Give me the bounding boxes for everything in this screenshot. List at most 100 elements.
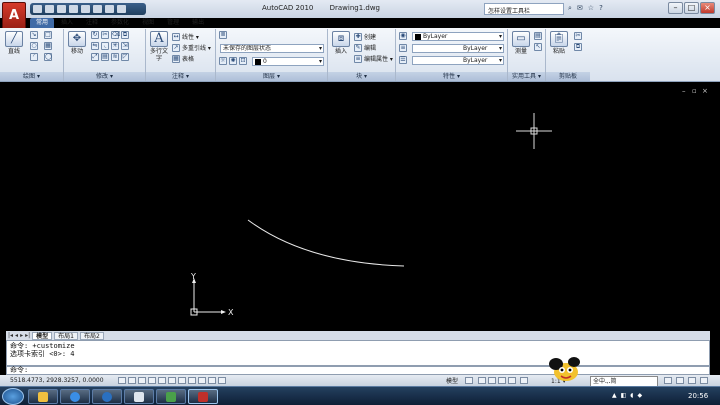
taskbar-explorer-button[interactable]	[28, 389, 58, 404]
coordinates-readout[interactable]: 5518.4773, 2928.3257, 0.0000	[10, 375, 104, 386]
rectangle-button[interactable]: □	[44, 31, 52, 39]
measure-button[interactable]: ▭ 测量	[510, 31, 532, 55]
lock-icon[interactable]: ⊡	[239, 57, 247, 65]
lwt-toggle[interactable]	[198, 377, 206, 384]
ribbon-tab[interactable]: 视图	[136, 18, 160, 28]
lock-ui-icon[interactable]	[676, 377, 684, 384]
dropdown-icon[interactable]	[117, 5, 126, 13]
table-button[interactable]: ▦ 表格	[172, 54, 194, 63]
ducs-toggle[interactable]	[178, 377, 186, 384]
taskbar-chart-button[interactable]	[156, 389, 186, 404]
chamfer-icon[interactable]: ◸	[121, 53, 129, 61]
ribbon-tab[interactable]: 插入	[55, 18, 79, 28]
taskbar-autocad-button[interactable]	[188, 389, 218, 404]
layout-toggle[interactable]	[465, 377, 473, 384]
snap-toggle[interactable]	[118, 377, 126, 384]
taskbar-ie-button[interactable]	[60, 389, 90, 404]
ribbon-tab[interactable]: 输出	[186, 18, 210, 28]
trim-icon[interactable]: ✂	[101, 31, 109, 39]
publish-icon[interactable]	[105, 5, 114, 13]
layout-tab[interactable]: 模型	[32, 331, 53, 340]
copy-clip-button[interactable]: ⧉	[574, 43, 582, 51]
arc-button[interactable]: ◜	[30, 53, 38, 61]
list-button[interactable]: ☰	[399, 56, 407, 64]
lineweight-dropdown[interactable]: ByLayer	[412, 56, 504, 65]
tray-network-icon[interactable]: ◧	[621, 392, 627, 399]
annotation-scale-icon[interactable]	[520, 377, 528, 384]
clean-screen-icon[interactable]	[688, 377, 696, 384]
tray-security-icon[interactable]: ◆	[637, 392, 642, 399]
layer-properties-button[interactable]: ≣	[219, 31, 227, 39]
ribbon-tab[interactable]: 注释	[80, 18, 104, 28]
otrack-toggle[interactable]	[168, 377, 176, 384]
layer-dropdown[interactable]: 0	[252, 57, 324, 66]
draw-panel-label[interactable]: 绘图 ▾	[0, 72, 63, 81]
insert-button[interactable]: ⧈ 插入	[330, 31, 352, 55]
block-panel-label[interactable]: 块 ▾	[328, 72, 395, 81]
new-icon[interactable]	[33, 5, 42, 13]
utilities-panel-label[interactable]: 实用工具 ▾	[508, 72, 545, 81]
erase-icon[interactable]: ⌫	[111, 31, 120, 39]
qp-toggle[interactable]	[208, 377, 216, 384]
clipboard-panel-label[interactable]: 剪贴板	[546, 72, 590, 81]
sc-toggle[interactable]	[218, 377, 226, 384]
minimize-button[interactable]: –	[668, 2, 683, 14]
layout-tab[interactable]: 布局1	[54, 331, 78, 340]
linetype-dropdown[interactable]: ByLayer	[412, 44, 504, 53]
mleader-button[interactable]: ↗ 多重引线 ▾	[172, 43, 211, 52]
paste-button[interactable]: 📋︎ 粘贴	[548, 31, 570, 55]
steering-wheel-icon[interactable]	[498, 377, 506, 384]
command-input[interactable]: 命令:	[6, 366, 710, 375]
fillet-icon[interactable]: ◟	[101, 42, 109, 50]
move-button[interactable]: ✥ 移动	[67, 31, 87, 55]
last-tab-arrow-icon[interactable]: ▸|	[25, 332, 30, 339]
drawing-canvas[interactable]: – ▫ × Y X	[6, 85, 710, 331]
help-search-input[interactable]: 怎样设置工具栏	[484, 3, 564, 15]
circle-button[interactable]: ○	[30, 42, 38, 50]
communication-icon[interactable]: ✉	[577, 4, 583, 13]
polar-toggle[interactable]	[148, 377, 156, 384]
layers-panel-label[interactable]: 图层 ▾	[216, 72, 327, 81]
ribbon-tab[interactable]: 参数化	[105, 18, 135, 28]
edit-attribute-button[interactable]: ≡ 编辑属性 ▾	[354, 54, 393, 63]
ribbon-tab[interactable]: 管理	[161, 18, 185, 28]
pan-icon[interactable]	[478, 377, 486, 384]
clock[interactable]: 20:56	[688, 392, 708, 400]
redo-icon[interactable]	[81, 5, 90, 13]
binoculars-icon[interactable]: ⌕	[568, 4, 572, 13]
start-button[interactable]	[2, 388, 24, 405]
annotation-panel-label[interactable]: 注释 ▾	[146, 72, 215, 81]
taskbar-app-button[interactable]	[124, 389, 154, 404]
select-button[interactable]: ↖	[534, 43, 542, 51]
star-icon[interactable]: ☆	[588, 4, 594, 13]
modify-panel-label[interactable]: 修改 ▾	[64, 72, 145, 81]
print-icon[interactable]	[93, 5, 102, 13]
mtext-button[interactable]: A 多行文字	[148, 31, 170, 62]
color-dropdown[interactable]: ByLayer	[412, 32, 504, 41]
tray-language-icon[interactable]: ▲	[612, 392, 617, 399]
first-tab-arrow-icon[interactable]: |◂	[8, 332, 13, 339]
polyline-button[interactable]: ↘	[30, 31, 38, 39]
workspace-icon[interactable]	[664, 377, 672, 384]
arc-entity[interactable]	[247, 219, 405, 267]
properties-panel-label[interactable]: 特性 ▾	[396, 72, 507, 81]
maximize-button[interactable]: □	[684, 2, 699, 14]
mirror-icon[interactable]: ⇋	[91, 42, 99, 50]
bulb-icon[interactable]: ☼	[219, 57, 227, 65]
showmotion-icon[interactable]	[508, 377, 516, 384]
zoom-icon[interactable]	[488, 377, 496, 384]
stretch-icon[interactable]: ⇲	[121, 42, 129, 50]
linear-dim-button[interactable]: ↔ 线性 ▾	[172, 32, 199, 41]
hatch-button[interactable]: ▦	[44, 42, 52, 50]
dyn-toggle[interactable]	[188, 377, 196, 384]
sun-icon[interactable]: ✺	[229, 57, 237, 65]
open-icon[interactable]	[45, 5, 54, 13]
explode-icon[interactable]: ✳	[111, 42, 119, 50]
quickcalc-button[interactable]: ▤	[534, 32, 542, 40]
linetype-button[interactable]: ≡	[399, 44, 407, 52]
create-block-button[interactable]: ✚ 创建	[354, 32, 376, 41]
osnap-toggle[interactable]	[158, 377, 166, 384]
prev-tab-arrow-icon[interactable]: ◂	[15, 332, 18, 339]
close-button[interactable]: ×	[700, 2, 715, 14]
layer-state-dropdown[interactable]: 未保存的图层状态	[220, 44, 324, 53]
